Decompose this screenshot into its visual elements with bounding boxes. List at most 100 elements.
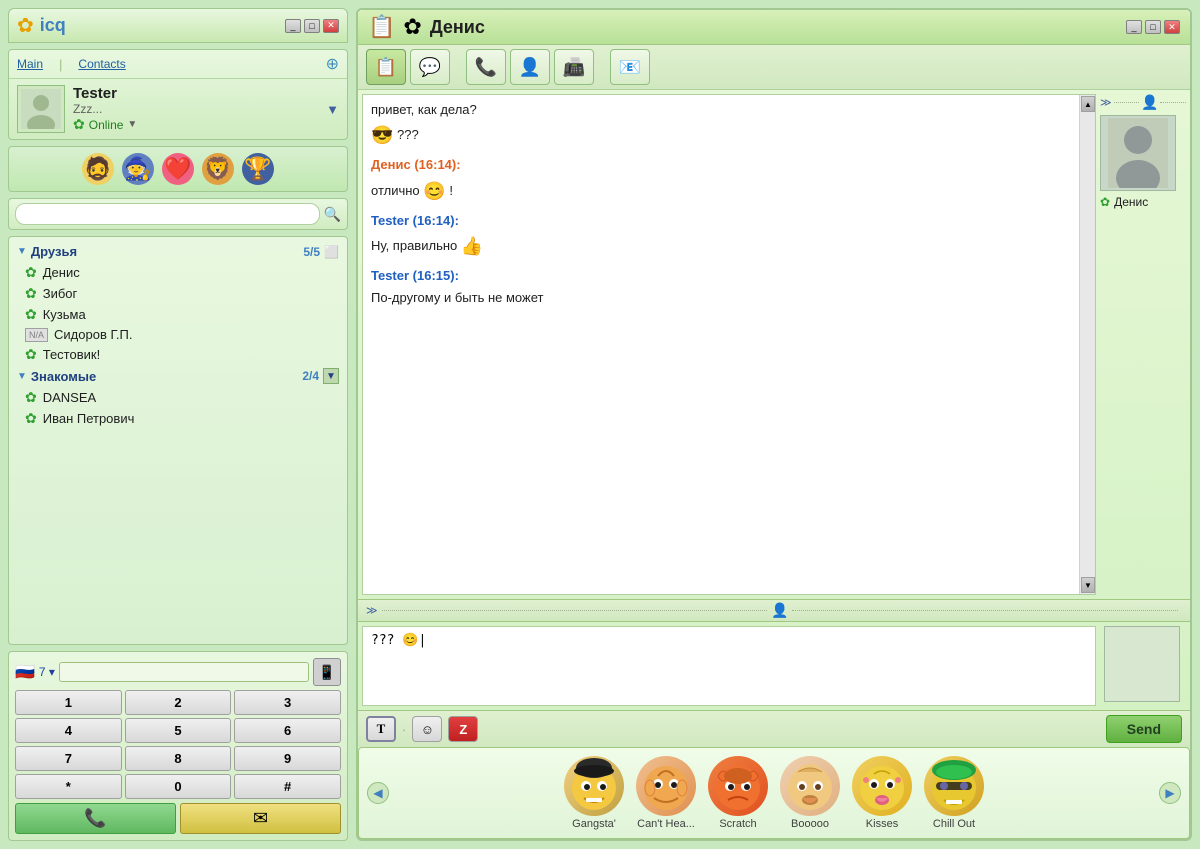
emo-kisses[interactable]: Kisses bbox=[852, 756, 912, 830]
toolbar-chat-button[interactable]: 💬 bbox=[410, 49, 450, 85]
input-avatar-box bbox=[1104, 626, 1180, 702]
group-friends-header[interactable]: ▼ Друзья 5/5 ⬜ bbox=[9, 241, 347, 262]
contact-zibog[interactable]: ✿ Зибог bbox=[9, 283, 347, 304]
dial-3[interactable]: 3 bbox=[234, 690, 341, 715]
format-emoji-button[interactable]: ☺ bbox=[412, 716, 442, 742]
chat-input-field[interactable]: ??? 😊| bbox=[362, 626, 1096, 706]
dial-6[interactable]: 6 bbox=[234, 718, 341, 743]
chat-input-row: ??? 😊| bbox=[358, 622, 1190, 710]
send-button[interactable]: Send bbox=[1106, 715, 1182, 743]
contact-ivan[interactable]: ✿ Иван Петрович bbox=[9, 408, 347, 429]
main-nav-link[interactable]: Main bbox=[17, 57, 43, 71]
emo-gangsta[interactable]: Gangsta' bbox=[564, 756, 624, 830]
scroll-up-arrow[interactable]: ▲ bbox=[1081, 96, 1095, 112]
emo-gangsta-label: Gangsta' bbox=[572, 818, 616, 830]
chat-toolbar: 📋 💬 📞 👤 📠 📧 bbox=[358, 45, 1190, 90]
contact-dansea[interactable]: ✿ DANSEA bbox=[9, 387, 347, 408]
emo-chillout[interactable]: Chill Out bbox=[924, 756, 984, 830]
emo-trophy[interactable]: 🏆 bbox=[242, 153, 274, 185]
country-flag-icon: 🇷🇺 bbox=[15, 662, 35, 682]
dial-5[interactable]: 5 bbox=[125, 718, 232, 743]
thumbsup-emoji-icon: 👍 bbox=[461, 236, 483, 256]
minimize-button[interactable]: _ bbox=[285, 19, 301, 33]
toolbar-video-button[interactable]: 👤 bbox=[510, 49, 550, 85]
sep-line bbox=[792, 610, 1178, 611]
contact-sidorov[interactable]: N/A Сидоров Г.П. bbox=[9, 325, 347, 344]
chat-title: Денис bbox=[430, 17, 485, 38]
search-button[interactable]: 🔍 bbox=[324, 206, 341, 223]
format-separator: · bbox=[402, 722, 406, 737]
dial-8[interactable]: 8 bbox=[125, 746, 232, 771]
emoticon-picker: ◀ bbox=[358, 747, 1190, 839]
close-button[interactable]: ✕ bbox=[323, 19, 339, 33]
contact-name: Иван Петрович bbox=[43, 411, 135, 426]
sender-label: Tester (16:15): bbox=[371, 268, 459, 283]
chillout-icon bbox=[924, 756, 984, 816]
emo-glasses[interactable]: 🧔 bbox=[82, 153, 114, 185]
user-dropdown-arrow[interactable]: ▼ bbox=[326, 102, 339, 117]
emo-scratch[interactable]: Scratch bbox=[708, 756, 768, 830]
messages-scrollbar[interactable]: ▲ ▼ bbox=[1079, 95, 1095, 594]
group-friends-name: Друзья bbox=[31, 244, 77, 259]
emo-booooo[interactable]: Booooo bbox=[780, 756, 840, 830]
chat-window-controls: _ □ ✕ bbox=[1126, 20, 1180, 34]
separator-line bbox=[1160, 102, 1186, 103]
emoticons-bar: 🧔 🧙 ❤️ 🦁 🏆 bbox=[8, 146, 348, 192]
dial-star[interactable]: * bbox=[15, 774, 122, 799]
contact-kuzma[interactable]: ✿ Кузьма bbox=[9, 304, 347, 325]
contact-denis[interactable]: ✿ Денис bbox=[9, 262, 347, 283]
mail-button[interactable]: ✉ bbox=[180, 803, 341, 834]
message-text: отлично bbox=[371, 183, 423, 198]
chat-close-button[interactable]: ✕ bbox=[1164, 20, 1180, 34]
nav-right-icon[interactable]: ⊕ bbox=[326, 54, 339, 74]
contact-testovic[interactable]: ✿ Тестовик! bbox=[9, 344, 347, 365]
toolbar-fax-button[interactable]: 📠 bbox=[554, 49, 594, 85]
call-button[interactable]: 📞 bbox=[15, 803, 176, 834]
emoticon-items: Gangsta' bbox=[393, 756, 1155, 830]
chat-minimize-button[interactable]: _ bbox=[1126, 20, 1142, 34]
toolbar-call-button[interactable]: 📞 bbox=[466, 49, 506, 85]
toolbar-history-button[interactable]: 📋 bbox=[366, 49, 406, 85]
country-code[interactable]: 7 ▾ bbox=[39, 665, 55, 679]
picker-next-button[interactable]: ▶ bbox=[1159, 782, 1181, 804]
emo-wizard[interactable]: 🧙 bbox=[122, 153, 154, 185]
group-acquaintances-header[interactable]: ▼ Знакомые 2/4 ▼ bbox=[9, 365, 347, 387]
format-zzz-button[interactable]: Z bbox=[448, 716, 478, 742]
user-online-status: ✿ Online ▼ bbox=[73, 116, 318, 133]
dial-hash[interactable]: # bbox=[234, 774, 341, 799]
contact-icon: 👤 bbox=[1141, 94, 1158, 111]
contact-flower-icon: ✿ bbox=[25, 264, 37, 281]
emo-character[interactable]: 🦁 bbox=[202, 153, 234, 185]
picker-prev-button[interactable]: ◀ bbox=[367, 782, 389, 804]
left-panel: ✿ icq _ □ ✕ Main | Contacts ⊕ Tester bbox=[8, 8, 348, 841]
phone-icon-button[interactable]: 📱 bbox=[313, 658, 341, 686]
scroll-down-arrow[interactable]: ▼ bbox=[1081, 577, 1095, 593]
left-nav: Main | Contacts ⊕ bbox=[9, 50, 347, 79]
dial-2[interactable]: 2 bbox=[125, 690, 232, 715]
nav-separator: | bbox=[59, 57, 62, 72]
format-text-button[interactable]: T bbox=[366, 716, 396, 742]
chat-right-panel: ≫ 👤 ✿ Денис bbox=[1100, 90, 1190, 599]
dial-1[interactable]: 1 bbox=[15, 690, 122, 715]
input-separator: ≫ 👤 bbox=[358, 599, 1190, 621]
icq-header: ✿ icq _ □ ✕ bbox=[8, 8, 348, 43]
toolbar-email-button[interactable]: 📧 bbox=[610, 49, 650, 85]
emo-heart[interactable]: ❤️ bbox=[162, 153, 194, 185]
maximize-button[interactable]: □ bbox=[304, 19, 320, 33]
chat-body: привет, как дела? 😎 ??? Денис (16:14): о… bbox=[358, 90, 1190, 599]
emo-canthear[interactable]: Can't Hea... bbox=[636, 756, 696, 830]
scratch-icon bbox=[708, 756, 768, 816]
dial-7[interactable]: 7 bbox=[15, 746, 122, 771]
contacts-nav-link[interactable]: Contacts bbox=[78, 57, 125, 71]
status-dropdown-arrow[interactable]: ▼ bbox=[127, 119, 137, 130]
search-input[interactable] bbox=[15, 203, 320, 225]
dial-9[interactable]: 9 bbox=[234, 746, 341, 771]
dial-4[interactable]: 4 bbox=[15, 718, 122, 743]
canthear-icon bbox=[636, 756, 696, 816]
dial-0[interactable]: 0 bbox=[125, 774, 232, 799]
chat-title-bar: 📋 ✿ Денис _ □ ✕ bbox=[358, 10, 1190, 45]
phone-input[interactable] bbox=[59, 662, 309, 682]
kisses-icon bbox=[852, 756, 912, 816]
chat-maximize-button[interactable]: □ bbox=[1145, 20, 1161, 34]
user-avatar bbox=[17, 85, 65, 133]
